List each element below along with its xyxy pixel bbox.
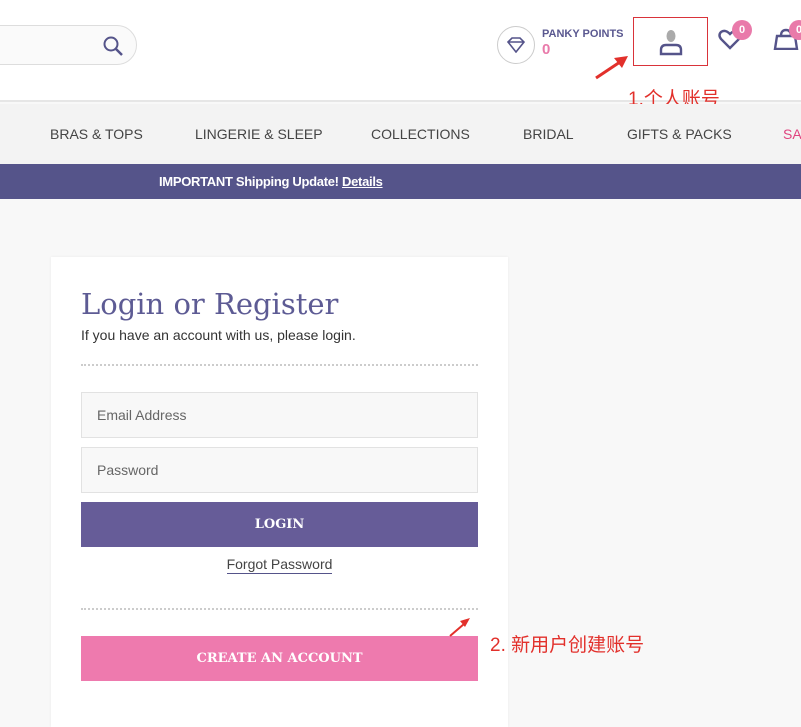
divider [81,364,478,366]
nav-sale[interactable]: SA [783,126,801,142]
diamond-icon[interactable] [497,26,535,64]
wishlist-button[interactable]: 0 [718,20,752,55]
nav-collections[interactable]: COLLECTIONS [371,126,470,142]
password-field[interactable]: Password [81,447,478,493]
main-nav: BRAS & TOPS LINGERIE & SLEEP COLLECTIONS… [0,104,801,164]
shipping-banner: IMPORTANT Shipping Update! Details [0,164,801,199]
email-field[interactable]: Email Address [81,392,478,438]
points-label[interactable]: PANKY POINTS [542,28,624,40]
wishlist-badge: 0 [732,20,752,40]
divider [81,608,478,610]
nav-gifts-packs[interactable]: GIFTS & PACKS [627,126,732,142]
account-button[interactable] [633,17,708,66]
annotation-create: 2. 新用户创建账号 [490,635,645,656]
banner-text: IMPORTANT Shipping Update! [159,174,339,189]
login-subtitle: If you have an account with us, please l… [81,327,356,343]
user-icon [659,29,682,55]
arrow-annotation-icon [449,618,470,637]
login-card: Login or Register If you have an account… [51,257,508,727]
search-icon[interactable] [102,35,124,57]
points-value: 0 [542,41,551,58]
search-input[interactable] [0,25,137,65]
nav-bras-tops[interactable]: BRAS & TOPS [50,126,143,142]
login-button[interactable]: LOGIN [81,502,478,547]
page-title: Login or Register [81,287,339,321]
arrow-annotation-icon [595,56,628,80]
cart-button[interactable]: 0 [773,20,801,55]
nav-bridal[interactable]: BRIDAL [523,126,574,142]
banner-details-link[interactable]: Details [342,174,383,189]
create-account-button[interactable]: CREATE AN ACCOUNT [81,636,478,681]
forgot-password-link[interactable]: Forgot Password [226,556,333,574]
nav-lingerie-sleep[interactable]: LINGERIE & SLEEP [195,126,323,142]
